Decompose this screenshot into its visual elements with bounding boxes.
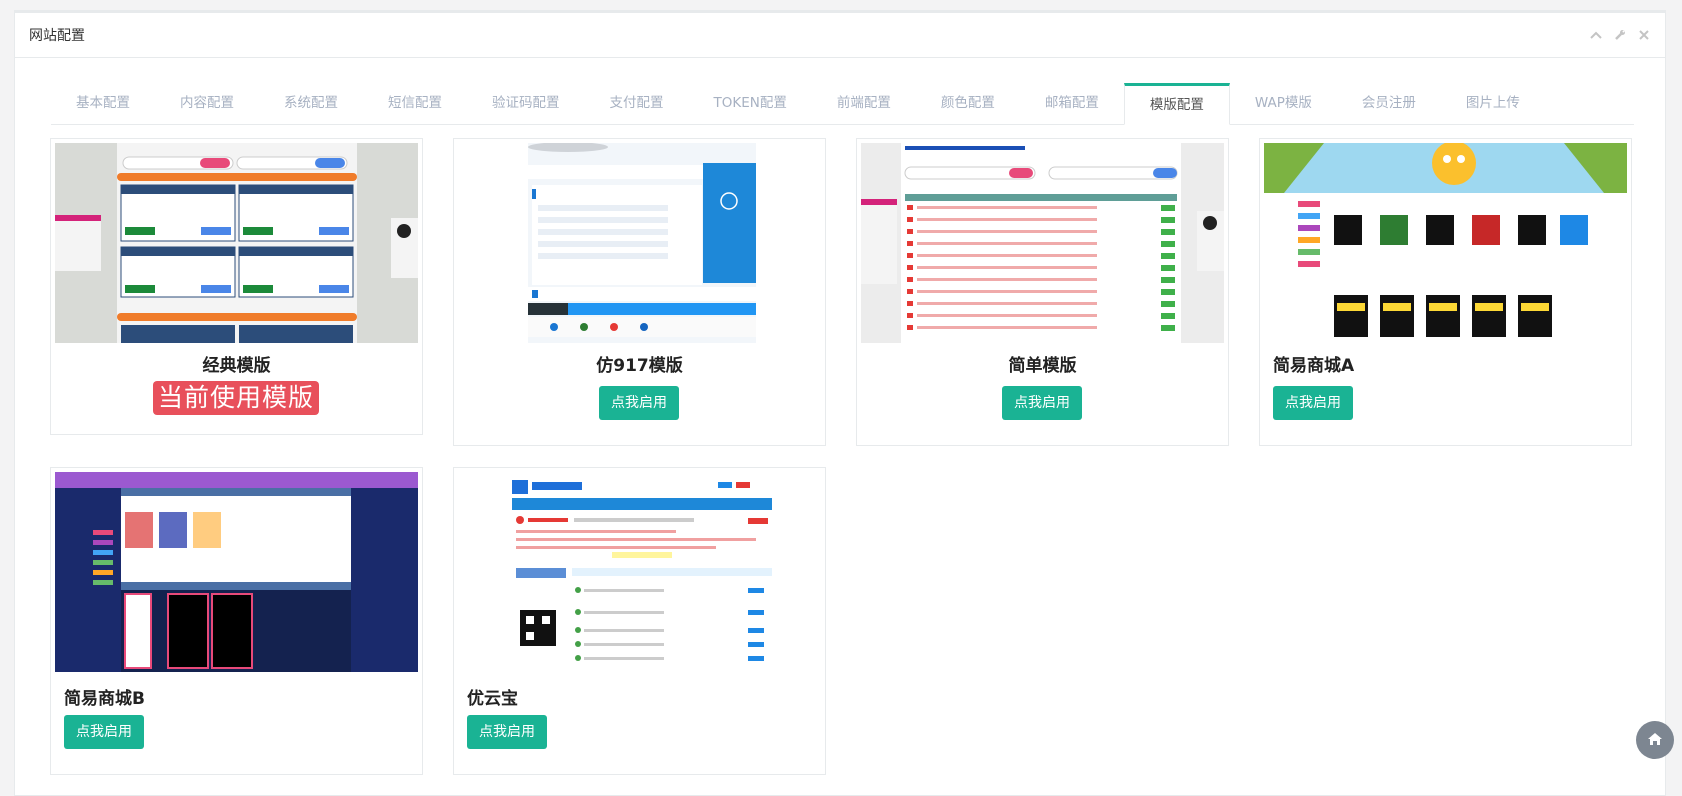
enable-template-button[interactable]: 点我启用 — [1002, 386, 1082, 420]
config-tabs: 基本配置 内容配置 系统配置 短信配置 验证码配置 支付配置 TOKEN配置 前… — [51, 83, 1634, 125]
template-card-917: 仿917模版 点我启用 — [453, 138, 826, 446]
tab-email[interactable]: 邮箱配置 — [1020, 83, 1124, 125]
tab-captcha[interactable]: 验证码配置 — [467, 83, 585, 125]
template-card-youyunbao: 优云宝 点我启用 — [453, 467, 826, 775]
tab-color[interactable]: 颜色配置 — [916, 83, 1020, 125]
tab-sms[interactable]: 短信配置 — [363, 83, 467, 125]
panel-title: 网站配置 — [29, 28, 85, 44]
tab-wap-template[interactable]: WAP模版 — [1230, 83, 1337, 125]
template-name: 仿917模版 — [596, 356, 683, 376]
tab-token[interactable]: TOKEN配置 — [689, 83, 812, 125]
tab-payment[interactable]: 支付配置 — [585, 83, 689, 125]
template-preview-917[interactable] — [458, 143, 821, 343]
wrench-icon[interactable] — [1613, 28, 1627, 42]
enable-template-button[interactable]: 点我启用 — [1273, 386, 1353, 420]
close-icon[interactable] — [1637, 28, 1651, 42]
tab-system[interactable]: 系统配置 — [259, 83, 363, 125]
template-preview-mall-a[interactable] — [1264, 143, 1627, 343]
panel-header: 网站配置 — [15, 13, 1665, 58]
tab-template[interactable]: 模版配置 — [1123, 83, 1230, 125]
enable-template-button[interactable]: 点我启用 — [467, 715, 547, 749]
template-preview-mall-b[interactable] — [55, 472, 418, 672]
template-name: 简易商城B — [64, 689, 145, 709]
template-card-mall-b: 简易商城B 点我启用 — [50, 467, 423, 775]
tab-frontend[interactable]: 前端配置 — [812, 83, 916, 125]
tab-image-upload[interactable]: 图片上传 — [1441, 83, 1545, 125]
chevron-up-icon[interactable] — [1589, 28, 1603, 42]
template-name: 简易商城A — [1273, 356, 1355, 376]
template-card-simple: 简单模版 点我启用 — [856, 138, 1229, 446]
tab-basic[interactable]: 基本配置 — [51, 83, 155, 125]
tab-content[interactable]: 内容配置 — [155, 83, 259, 125]
template-card-mall-a: 简易商城A 点我启用 — [1259, 138, 1632, 446]
panel-tools — [1589, 28, 1651, 42]
template-card-classic: 经典模版 当前使用模版 — [50, 138, 423, 435]
template-name: 优云宝 — [467, 689, 518, 709]
template-preview-youyunbao[interactable] — [458, 472, 821, 672]
tab-member-register[interactable]: 会员注册 — [1337, 83, 1441, 125]
template-name: 简单模版 — [1008, 356, 1077, 376]
template-preview-classic[interactable] — [55, 143, 418, 343]
home-button[interactable] — [1636, 721, 1674, 759]
current-template-badge: 当前使用模版 — [153, 381, 319, 415]
enable-template-button[interactable]: 点我启用 — [599, 386, 679, 420]
home-icon — [1647, 731, 1663, 750]
enable-template-button[interactable]: 点我启用 — [64, 715, 144, 749]
template-name: 经典模版 — [202, 356, 271, 376]
template-preview-simple[interactable] — [861, 143, 1224, 343]
